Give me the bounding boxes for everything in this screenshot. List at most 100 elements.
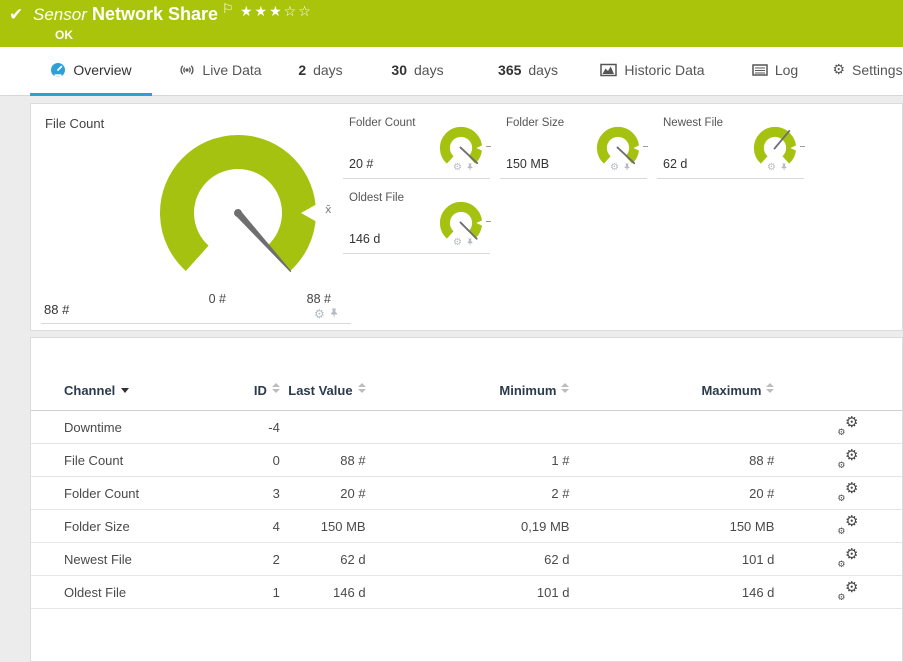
tab-label: days bbox=[528, 62, 558, 78]
object-kind-label: Sensor bbox=[33, 5, 87, 25]
channel-last-value bbox=[280, 411, 366, 444]
tab-365-days[interactable]: 365 days bbox=[478, 47, 578, 93]
sort-icon bbox=[358, 383, 366, 393]
gauge-title: File Count bbox=[45, 116, 104, 131]
sort-icon bbox=[561, 383, 569, 393]
gauge-block-oldest-file[interactable]: Oldest File 146 d ⚙ bbox=[341, 179, 498, 254]
table-row-folder-count: Folder Count 3 20 # 2 # 20 # ⚙⚙ bbox=[31, 477, 902, 510]
pin-icon[interactable] bbox=[466, 237, 474, 248]
channel-settings-icon[interactable]: ⚙⚙ bbox=[838, 483, 858, 501]
channel-last-value: 88 # bbox=[280, 444, 366, 477]
channel-gear-icon[interactable]: ⚙ bbox=[767, 163, 776, 173]
channel-last-value: 20 # bbox=[280, 477, 366, 510]
channel-last-value: 146 d bbox=[280, 576, 366, 609]
gauge-current-value: 150 MB bbox=[506, 157, 549, 171]
tab-30-days[interactable]: 30 days bbox=[375, 47, 460, 93]
tab-label: Overview bbox=[73, 62, 131, 78]
tab-label: days bbox=[313, 62, 343, 78]
channel-settings-icon[interactable]: ⚙⚙ bbox=[838, 417, 858, 435]
table-row-oldest-file: Oldest File 1 146 d 101 d 146 d ⚙⚙ bbox=[31, 576, 902, 609]
tab-overview[interactable]: Overview bbox=[30, 47, 152, 93]
tab-label: Log bbox=[775, 62, 798, 78]
gauge-block-file-count[interactable]: File Count x̄ 0 # 88 # 88 # ⚙ bbox=[31, 104, 341, 326]
column-header-minimum[interactable]: Minimum bbox=[366, 383, 570, 411]
divider bbox=[41, 323, 351, 324]
channel-id: 1 bbox=[233, 576, 280, 609]
status-badge: OK bbox=[55, 28, 73, 42]
channel-id: 2 bbox=[233, 543, 280, 576]
tab-label: Historic Data bbox=[624, 62, 704, 78]
table-row-downtime: Downtime -4 ⚙⚙ bbox=[31, 411, 902, 444]
channel-minimum: 2 # bbox=[366, 477, 570, 510]
sensor-header: ✔ Sensor Network Share ⚐ ★★★☆☆ OK bbox=[0, 0, 903, 47]
tab-2-days[interactable]: 2 days bbox=[283, 47, 358, 93]
channel-id: -4 bbox=[233, 411, 280, 444]
column-header-maximum[interactable]: Maximum bbox=[569, 383, 774, 411]
tab-number: 30 bbox=[391, 62, 407, 78]
mean-tick bbox=[486, 221, 491, 222]
column-header-last-value[interactable]: Last Value bbox=[280, 383, 366, 411]
gauge-current-value: 20 # bbox=[349, 157, 373, 171]
channel-settings-icon[interactable]: ⚙⚙ bbox=[838, 582, 858, 600]
pin-icon[interactable] bbox=[780, 162, 788, 173]
channel-settings-icon[interactable]: ⚙⚙ bbox=[838, 516, 858, 534]
gauge-block-folder-count[interactable]: Folder Count 20 # ⚙ bbox=[341, 104, 498, 179]
channel-name[interactable]: Downtime bbox=[31, 411, 233, 444]
table-row-folder-size: Folder Size 4 150 MB 0,19 MB 150 MB ⚙⚙ bbox=[31, 510, 902, 543]
tab-live-data[interactable]: Live Data bbox=[168, 47, 273, 93]
channel-gear-icon[interactable]: ⚙ bbox=[453, 163, 462, 173]
channel-minimum bbox=[366, 411, 570, 444]
sort-icon bbox=[272, 383, 280, 393]
gauge-title: Folder Count bbox=[349, 117, 415, 129]
sensor-title: Network Share bbox=[92, 4, 218, 25]
channel-settings-icon[interactable]: ⚙⚙ bbox=[838, 450, 858, 468]
pin-icon[interactable] bbox=[623, 162, 631, 173]
pin-icon[interactable] bbox=[329, 307, 339, 320]
channels-panel: Channel ID Last Value Minimum Maximum bbox=[30, 337, 903, 662]
log-icon bbox=[752, 62, 768, 78]
tab-bar: Overview Live Data 2 days 30 days 365 da… bbox=[0, 47, 903, 96]
prtg-sensor-page: ✔ Sensor Network Share ⚐ ★★★☆☆ OK Overvi… bbox=[0, 0, 903, 662]
gauge-current-value: 146 d bbox=[349, 232, 380, 246]
gauge-title: Newest File bbox=[663, 117, 723, 129]
gauge-icon bbox=[50, 62, 66, 78]
channel-name[interactable]: File Count bbox=[31, 444, 233, 477]
channel-maximum: 101 d bbox=[569, 543, 774, 576]
gauge-block-folder-size[interactable]: Folder Size 150 MB ⚙ bbox=[498, 104, 655, 179]
priority-stars[interactable]: ★★★☆☆ bbox=[240, 4, 313, 20]
channel-minimum: 62 d bbox=[366, 543, 570, 576]
channel-name[interactable]: Oldest File bbox=[31, 576, 233, 609]
channel-gear-icon[interactable]: ⚙ bbox=[453, 238, 462, 248]
channel-minimum: 1 # bbox=[366, 444, 570, 477]
column-header-id[interactable]: ID bbox=[233, 383, 280, 411]
status-ok-check-icon: ✔ bbox=[9, 5, 23, 25]
mean-tick bbox=[486, 146, 491, 147]
gauge-min-label: 0 # bbox=[171, 292, 226, 306]
column-header-channel[interactable]: Channel bbox=[31, 383, 233, 411]
table-row-newest-file: Newest File 2 62 d 62 d 101 d ⚙⚙ bbox=[31, 543, 902, 576]
tab-historic-data[interactable]: Historic Data bbox=[595, 47, 710, 93]
channel-name[interactable]: Folder Count bbox=[31, 477, 233, 510]
tab-settings[interactable]: ⚙ Settings bbox=[830, 47, 903, 93]
channel-maximum: 20 # bbox=[569, 477, 774, 510]
tab-label: Live Data bbox=[202, 62, 261, 78]
tab-log[interactable]: Log bbox=[745, 47, 805, 93]
channel-id: 3 bbox=[233, 477, 280, 510]
column-header-actions bbox=[774, 383, 902, 411]
gauge-block-newest-file[interactable]: Newest File 62 d ⚙ bbox=[655, 104, 812, 179]
channel-gear-icon[interactable]: ⚙ bbox=[314, 308, 325, 320]
channel-minimum: 101 d bbox=[366, 576, 570, 609]
channel-minimum: 0,19 MB bbox=[366, 510, 570, 543]
historic-chart-icon bbox=[600, 62, 617, 78]
channel-settings-icon[interactable]: ⚙⚙ bbox=[838, 549, 858, 567]
tab-label: Settings bbox=[852, 62, 903, 78]
mean-tick bbox=[800, 146, 805, 147]
sort-desc-icon bbox=[121, 388, 129, 393]
flag-icon[interactable]: ⚐ bbox=[222, 2, 234, 17]
mean-marker-label: x̄ bbox=[325, 203, 332, 216]
channel-gear-icon[interactable]: ⚙ bbox=[610, 163, 619, 173]
channel-name[interactable]: Folder Size bbox=[31, 510, 233, 543]
live-data-icon bbox=[179, 62, 195, 78]
channel-name[interactable]: Newest File bbox=[31, 543, 233, 576]
pin-icon[interactable] bbox=[466, 162, 474, 173]
